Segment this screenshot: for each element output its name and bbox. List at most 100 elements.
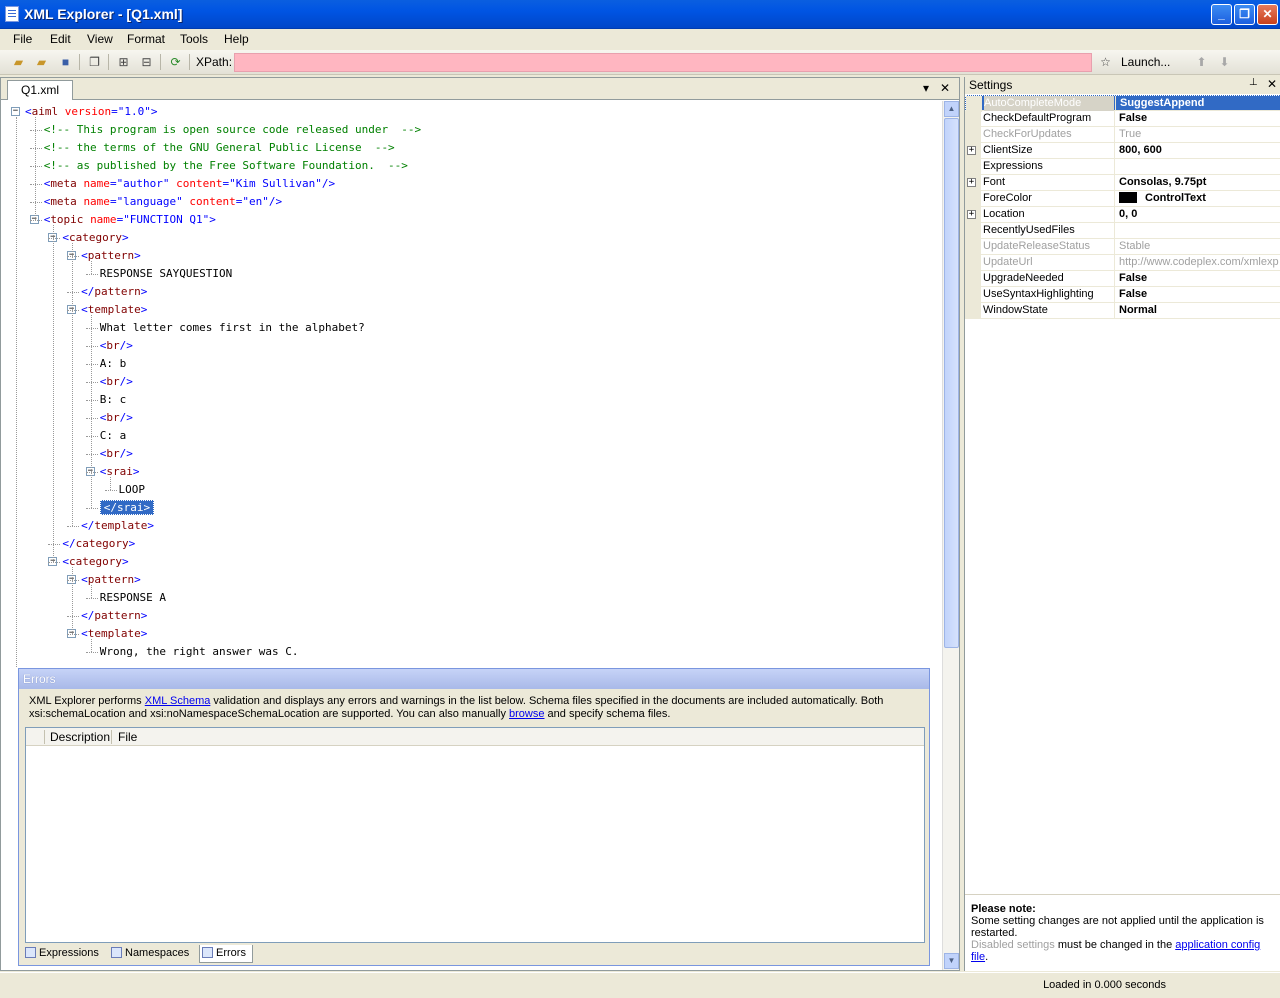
pin-icon[interactable]: ⊥	[1249, 77, 1258, 88]
close-button[interactable]: ✕	[1257, 4, 1278, 25]
copy-icon[interactable]: ❐	[86, 54, 103, 70]
property-row-upgradeneeded[interactable]: UpgradeNeeded False	[965, 271, 1280, 287]
tree-element-node[interactable]: </srai>	[99, 499, 155, 517]
property-row-font[interactable]: + Font Consolas, 9.75pt	[965, 175, 1280, 191]
column-description[interactable]: Description	[50, 730, 110, 744]
tree-comment-node[interactable]: <!-- as published by the Free Software F…	[44, 157, 408, 175]
refresh-icon[interactable]: ⟳	[167, 54, 184, 70]
property-value-text: 800, 600	[1119, 144, 1162, 156]
property-row-windowstate[interactable]: WindowState Normal	[965, 303, 1280, 319]
scrollbar-thumb[interactable]	[944, 118, 959, 648]
property-row-checkdefaultprogram[interactable]: CheckDefaultProgram False	[965, 111, 1280, 127]
scroll-down-icon[interactable]: ▼	[944, 953, 959, 969]
down-arrow-icon[interactable]: ⬇	[1216, 54, 1233, 70]
column-file[interactable]: File	[118, 730, 137, 744]
tree-element-node[interactable]: <br/>	[100, 337, 133, 355]
tree-text-node[interactable]: RESPONSE SAYQUESTION	[100, 265, 232, 283]
tree-comment-node[interactable]: <!-- the terms of the GNU General Public…	[44, 139, 395, 157]
property-row-autocompletemode[interactable]: AutoCompleteMode SuggestAppend	[965, 95, 1280, 112]
errors-list[interactable]: Description File	[25, 727, 925, 943]
settings-close-icon[interactable]: ✕	[1267, 77, 1277, 91]
tree-connector	[67, 634, 80, 635]
tree-element-node[interactable]: <topic name="FUNCTION Q1">	[44, 211, 216, 229]
property-row-clientsize[interactable]: + ClientSize 800, 600	[965, 143, 1280, 159]
minimize-button[interactable]: _	[1211, 4, 1232, 25]
tab-expressions[interactable]: Expressions	[23, 945, 105, 963]
tree-text-node[interactable]: Wrong, the right answer was C.	[100, 643, 299, 661]
expand-property-icon[interactable]: +	[967, 146, 976, 155]
tree-element-node[interactable]: <br/>	[100, 409, 133, 427]
collapse-all-icon[interactable]: ⊟	[138, 54, 155, 70]
menu-help[interactable]: Help	[224, 32, 249, 46]
tab-namespaces[interactable]: Namespaces	[109, 945, 197, 963]
property-value[interactable]: ControlText	[1114, 191, 1280, 206]
tree-element-node[interactable]: <br/>	[100, 373, 133, 391]
xpath-input[interactable]	[234, 53, 1092, 72]
property-value[interactable]: 0, 0	[1114, 207, 1280, 222]
property-value[interactable]: SuggestAppend	[1115, 96, 1280, 111]
xml-schema-link[interactable]: XML Schema	[145, 695, 211, 707]
scroll-up-icon[interactable]: ▲	[944, 101, 959, 117]
tree-text-node[interactable]: C: a	[100, 427, 127, 445]
property-value[interactable]	[1114, 223, 1280, 238]
tree-element-node[interactable]: <aiml version="1.0">	[25, 103, 157, 121]
xml-tree-view[interactable]: <aiml version="1.0"> − <!-- This program i…	[1, 101, 941, 667]
tree-text-node[interactable]: LOOP	[119, 481, 146, 499]
save-icon[interactable]: ■	[57, 54, 74, 70]
expand-property-icon[interactable]: +	[967, 210, 976, 219]
up-arrow-icon[interactable]: ⬆	[1193, 54, 1210, 70]
tree-element-node[interactable]: <meta name="author" content="Kim Sulliva…	[44, 175, 335, 193]
open-icon[interactable]: ▰	[10, 54, 27, 70]
property-row-recentlyusedfiles[interactable]: RecentlyUsedFiles	[965, 223, 1280, 239]
property-value[interactable]: False	[1114, 111, 1280, 126]
property-value[interactable]: http://www.codeplex.com/xmlexp	[1114, 255, 1280, 270]
property-value[interactable]: Stable	[1114, 239, 1280, 254]
tree-text-node[interactable]: B: c	[100, 391, 127, 409]
tree-element-node[interactable]: </template>	[81, 517, 154, 535]
collapse-node-icon[interactable]: −	[11, 107, 20, 116]
property-value[interactable]: False	[1114, 271, 1280, 286]
property-value[interactable]: Consolas, 9.75pt	[1114, 175, 1280, 190]
property-row-expressions[interactable]: Expressions	[965, 159, 1280, 175]
tree-element-node[interactable]: </pattern>	[81, 607, 147, 625]
editor-scrollbar[interactable]: ▲ ▼	[942, 101, 959, 970]
menu-view[interactable]: View	[87, 32, 113, 46]
property-row-location[interactable]: + Location 0, 0	[965, 207, 1280, 223]
menu-format[interactable]: Format	[127, 32, 165, 46]
expand-property-icon[interactable]: +	[967, 178, 976, 187]
property-row-usesyntaxhighlighting[interactable]: UseSyntaxHighlighting False	[965, 287, 1280, 303]
property-row-updatereleasestatus[interactable]: UpdateReleaseStatus Stable	[965, 239, 1280, 255]
property-value[interactable]: 800, 600	[1114, 143, 1280, 158]
expand-all-icon[interactable]: ⊞	[115, 54, 132, 70]
property-value[interactable]: True	[1114, 127, 1280, 142]
property-value[interactable]	[1114, 159, 1280, 174]
property-row-updateurl[interactable]: UpdateUrl http://www.codeplex.com/xmlexp	[965, 255, 1280, 271]
property-row-checkforupdates[interactable]: CheckForUpdates True	[965, 127, 1280, 143]
tree-text-node[interactable]: A: b	[100, 355, 127, 373]
tab-list-icon[interactable]: ▾	[923, 81, 929, 95]
tree-element-node[interactable]: <meta name="language" content="en"/>	[44, 193, 282, 211]
menu-tools[interactable]: Tools	[180, 32, 208, 46]
tree-connector	[85, 508, 98, 509]
tree-text-node[interactable]: What letter comes first in the alphabet?	[100, 319, 365, 337]
tree-element-node[interactable]: </pattern>	[81, 283, 147, 301]
property-row-forecolor[interactable]: ForeColor ControlText	[965, 191, 1280, 207]
launch-button[interactable]: Launch...	[1121, 55, 1170, 69]
maximize-button[interactable]: ❐	[1234, 4, 1255, 25]
menu-file[interactable]: File	[13, 32, 32, 46]
property-value[interactable]: Normal	[1114, 303, 1280, 318]
tree-text-node[interactable]: RESPONSE A	[100, 589, 166, 607]
star-icon[interactable]: ☆	[1097, 54, 1114, 70]
tree-element-node[interactable]: <srai>	[100, 463, 140, 481]
property-value[interactable]: False	[1114, 287, 1280, 302]
tree-element-node[interactable]: <br/>	[100, 445, 133, 463]
tree-element-node[interactable]: </category>	[62, 535, 135, 553]
browse-link[interactable]: browse	[509, 708, 544, 720]
menu-edit[interactable]: Edit	[50, 32, 71, 46]
app-icon[interactable]	[5, 6, 19, 22]
tree-comment-node[interactable]: <!-- This program is open source code re…	[44, 121, 422, 139]
tab-q1-xml[interactable]: Q1.xml	[7, 80, 73, 100]
tab-errors[interactable]: Errors	[199, 945, 253, 963]
open-folder-icon[interactable]: ▰	[33, 54, 50, 70]
close-tab-icon[interactable]: ✕	[940, 81, 950, 95]
